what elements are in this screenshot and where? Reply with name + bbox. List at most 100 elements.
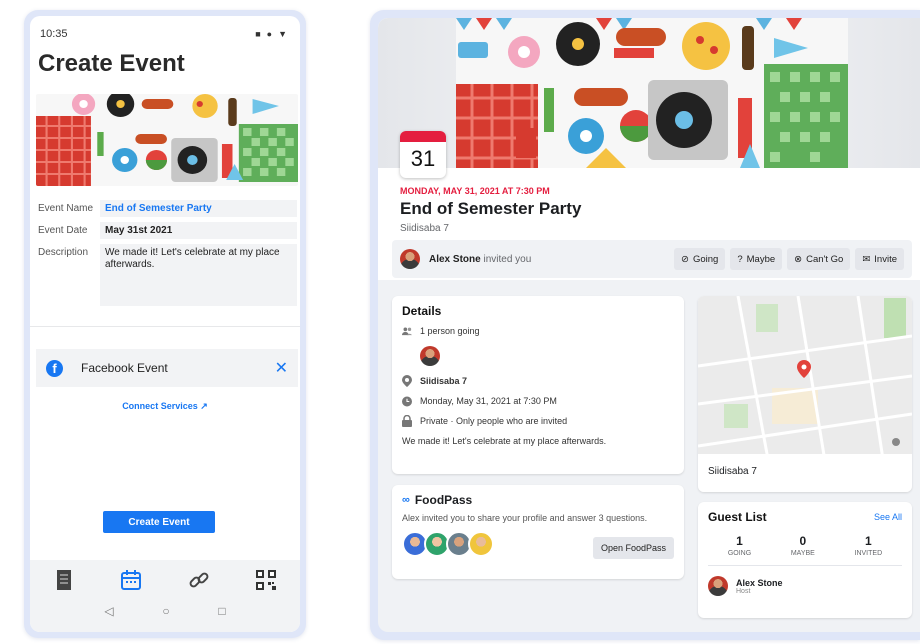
- datetime-row: Monday, May 31, 2021 at 7:30 PM: [402, 396, 674, 406]
- status-icons: ■ ● ▼: [255, 29, 288, 39]
- going-row: 1 person going: [402, 326, 674, 336]
- details-card: Details 1 person going Siidisaba 7 Monda…: [392, 296, 684, 474]
- stat-invited[interactable]: 1 INVITED: [855, 534, 883, 557]
- qr-code-icon[interactable]: [254, 568, 278, 592]
- open-foodpass-button[interactable]: Open FoodPass: [592, 537, 674, 559]
- question-circle-icon: ?: [737, 253, 743, 265]
- avatar[interactable]: [420, 346, 440, 366]
- calendar-badge: 31: [400, 131, 446, 178]
- rsvp-buttons: ⊘ Going ? Maybe ⊗ Can't Go ✉ Invite: [674, 248, 904, 270]
- stat-invited-label: INVITED: [854, 550, 883, 557]
- event-name-input[interactable]: End of Semester Party: [100, 200, 297, 217]
- map-card[interactable]: Siidisaba 7: [698, 296, 912, 492]
- privacy-text: Private · Only people who are invited: [420, 416, 568, 426]
- invite-button[interactable]: ✉ Invite: [855, 248, 904, 270]
- invite-label: Invite: [874, 253, 897, 265]
- stat-going[interactable]: 1 GOING: [728, 534, 751, 557]
- close-icon[interactable]: ✕: [275, 358, 288, 378]
- stat-going-label: GOING: [727, 550, 752, 557]
- inviter-name[interactable]: Alex Stone: [429, 254, 481, 265]
- external-link-icon: ↗: [200, 401, 208, 411]
- page-title: Create Event: [38, 50, 185, 77]
- event-location: Siidisaba 7: [400, 223, 449, 234]
- recents-icon[interactable]: □: [218, 604, 225, 618]
- event-banner-image: [36, 94, 298, 186]
- maybe-button[interactable]: ? Maybe: [730, 248, 783, 270]
- guest-stats: 1 GOING 0 MAYBE 1 INVITED: [708, 534, 902, 566]
- guest-host-row[interactable]: Alex Stone Host: [708, 576, 902, 596]
- status-bar: 10:35 ■ ● ▼: [30, 16, 300, 40]
- stat-maybe[interactable]: 0 MAYBE: [791, 534, 815, 557]
- event-datetime: Monday, May 31, 2021 at 7:30 PM: [420, 396, 557, 406]
- lock-icon: [402, 415, 412, 427]
- facebook-event-label: Facebook Event: [81, 361, 168, 375]
- event-cover-image: [456, 18, 848, 168]
- bottom-nav: ◁ ○ □: [30, 560, 300, 632]
- foodpass-subtitle: Alex invited you to share your profile a…: [402, 513, 648, 523]
- avatar: [400, 249, 420, 269]
- description-row: Description We made it! Let's celebrate …: [38, 244, 300, 306]
- calendar-icon[interactable]: [119, 568, 143, 592]
- event-date-label: Event Date: [38, 225, 88, 236]
- create-event-button[interactable]: Create Event: [103, 511, 215, 533]
- avatar: [468, 531, 494, 557]
- system-nav: ◁ ○ □: [30, 592, 300, 618]
- event-header: 31 MONDAY, MAY 31, 2021 AT 7:30 PM End o…: [378, 18, 920, 280]
- foodpass-card: ∞ FoodPass Alex invited you to share you…: [392, 485, 684, 579]
- guest-list-card: Guest List See All 1 GOING 0 MAYBE 1 INVITE…: [698, 502, 912, 618]
- place-name[interactable]: Siidisaba 7: [420, 376, 467, 386]
- stat-maybe-label: MAYBE: [790, 550, 815, 557]
- home-icon[interactable]: ○: [162, 604, 169, 618]
- divider: [30, 326, 300, 327]
- stat-maybe-count: 0: [799, 534, 807, 548]
- invite-text: Alex Stone invited you: [429, 254, 674, 265]
- event-date: MONDAY, MAY 31, 2021 AT 7:30 PM: [400, 186, 550, 196]
- avatar: [708, 576, 728, 596]
- invite-suffix: invited you: [483, 253, 532, 265]
- see-all-link[interactable]: See All: [874, 512, 902, 522]
- description-input[interactable]: We made it! Let's celebrate at my place …: [100, 244, 297, 306]
- location-pin-icon: [402, 375, 412, 387]
- connect-services-link[interactable]: Connect Services ↗: [30, 401, 300, 412]
- map-location-label: Siidisaba 7: [698, 454, 912, 492]
- back-icon[interactable]: ◁: [104, 604, 113, 618]
- guest-list-header: Guest List See All: [708, 510, 902, 524]
- cant-go-button[interactable]: ⊗ Can't Go: [787, 248, 851, 270]
- phone-screen: 10:35 ■ ● ▼ Create Event Event Name End …: [30, 16, 300, 632]
- check-circle-icon: ⊘: [681, 253, 689, 265]
- going-button[interactable]: ⊘ Going: [674, 248, 726, 270]
- facebook-event-row[interactable]: f Facebook Event ✕: [36, 349, 298, 387]
- tablet-screen: 31 MONDAY, MAY 31, 2021 AT 7:30 PM End o…: [378, 18, 920, 632]
- event-name-label: Event Name: [38, 203, 94, 214]
- link-icon[interactable]: [187, 568, 211, 592]
- facebook-icon: f: [46, 359, 63, 377]
- invite-bar: Alex Stone invited you ⊘ Going ? Maybe ⊗ Ca…: [392, 240, 912, 278]
- phone-device: 10:35 ■ ● ▼ Create Event Event Name End …: [24, 10, 306, 638]
- details-description: We made it! Let's celebrate at my place …: [402, 436, 607, 446]
- tablet-device: 31 MONDAY, MAY 31, 2021 AT 7:30 PM End o…: [370, 10, 920, 640]
- going-avatars: [420, 346, 674, 366]
- event-date-input[interactable]: May 31st 2021: [100, 222, 297, 239]
- host-role: Host: [736, 587, 751, 595]
- x-circle-icon: ⊗: [794, 253, 803, 265]
- event-date-row: Event Date May 31st 2021: [38, 222, 300, 239]
- document-icon[interactable]: [52, 568, 76, 592]
- battery-icon: ▼: [278, 29, 288, 39]
- calendar-day: 31: [410, 146, 436, 171]
- host-name: Alex Stone: [736, 577, 783, 588]
- status-time: 10:35: [40, 28, 68, 40]
- privacy-row: Private · Only people who are invited: [402, 415, 674, 427]
- going-count: 1 person going: [420, 326, 480, 336]
- signal-icon: ■: [255, 29, 262, 39]
- maybe-label: Maybe: [746, 253, 776, 265]
- description-label: Description: [38, 247, 89, 258]
- cant-go-label: Can't Go: [806, 253, 844, 265]
- wifi-icon: ●: [266, 29, 274, 39]
- foodpass-title: FoodPass: [414, 493, 473, 507]
- foodpass-logo-icon: ∞: [402, 494, 410, 506]
- people-icon: [402, 326, 412, 336]
- going-label: Going: [692, 253, 719, 265]
- stat-invited-count: 1: [864, 534, 872, 548]
- foodpass-heading: ∞ FoodPass: [402, 493, 674, 507]
- event-form: Event Name End of Semester Party Event D…: [38, 200, 300, 306]
